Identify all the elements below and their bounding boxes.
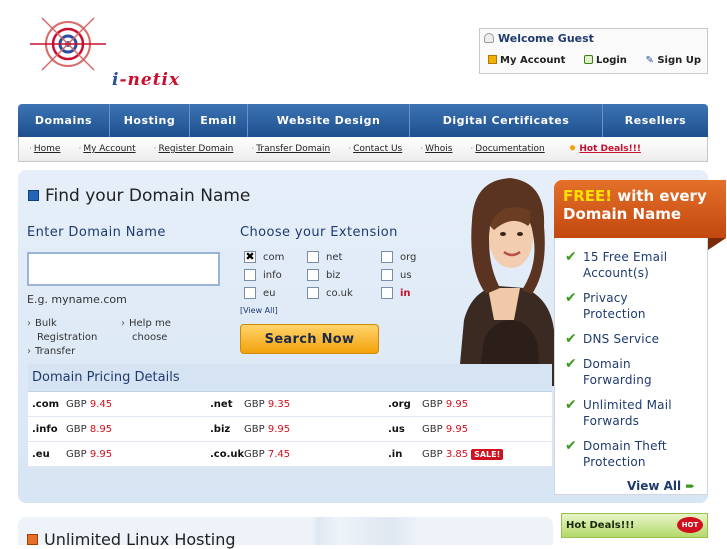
logo-wordmark: i-netix	[112, 70, 181, 90]
list-item: ✔ Domain Theft Protection	[565, 438, 667, 469]
checkbox[interactable]	[307, 269, 319, 281]
check-icon: ✔	[565, 331, 577, 347]
hot-badge-icon: HOT	[677, 517, 703, 533]
subnav-transfer-domain[interactable]: · Transfer Domain	[251, 144, 330, 154]
table-row: .info GBP 8.95 .biz GBP 9.95 .us GBP 9.95	[28, 417, 552, 442]
subnav-register-domain[interactable]: · Register Domain	[154, 144, 234, 154]
checkbox[interactable]	[307, 251, 319, 263]
arrow-icon: ›	[27, 346, 31, 357]
table-row: .eu GBP 9.95 .co.uk GBP 7.45 .in GBP 3.85 SA…	[28, 442, 552, 467]
list-item: ✔ Unlimited Mail Forwards	[565, 397, 672, 428]
check-icon: ✔	[565, 290, 577, 306]
nav-resellers[interactable]: Resellers	[603, 104, 708, 137]
bullet-icon	[28, 190, 39, 201]
bulk-registration-link[interactable]: › Bulk Registration	[27, 317, 97, 345]
user-icon	[484, 33, 494, 43]
checkbox-checked[interactable]: ✖	[244, 251, 256, 263]
subnav-contact-us[interactable]: · Contact Us	[348, 144, 402, 154]
nav-email[interactable]: Email	[190, 104, 248, 137]
subnav-my-account[interactable]: · My Account	[78, 144, 135, 154]
view-all-extensions-link[interactable]: [View All]	[240, 306, 278, 315]
list-item: ✔ Privacy Protection	[565, 290, 646, 321]
checkbox[interactable]	[307, 287, 319, 299]
table-row: .com GBP 9.45 .net GBP 9.35 .org GBP 9.95	[28, 392, 552, 417]
checkbox[interactable]	[244, 287, 256, 299]
subnav-documentation[interactable]: · Documentation	[470, 144, 544, 154]
model-photo	[458, 178, 558, 386]
choose-extension-label: Choose your Extension	[240, 225, 398, 240]
example-hint: E.g. myname.com	[27, 293, 127, 306]
arrow-icon: ›	[27, 318, 31, 329]
bullet-icon	[27, 534, 38, 545]
pencil-icon: ✎	[645, 55, 654, 66]
welcome-box: Welcome Guest My Account Login ✎ Sign Up	[479, 28, 708, 74]
check-icon: ✔	[565, 249, 577, 265]
pricing-title: Domain Pricing Details	[28, 364, 552, 392]
search-now-button[interactable]: Search Now	[240, 324, 379, 354]
account-icon	[488, 55, 497, 64]
lock-icon	[583, 55, 593, 64]
free-offer-list: ✔ 15 Free Email Account(s) ✔ Privacy Protect…	[554, 238, 708, 495]
enter-domain-label: Enter Domain Name	[27, 225, 166, 240]
list-item: ✔ Domain Forwarding	[565, 356, 652, 387]
site-logo[interactable]: i-netix	[20, 14, 190, 90]
list-item: ✔ DNS Service	[565, 331, 660, 347]
domain-search-input[interactable]	[27, 252, 220, 286]
check-icon: ✔	[565, 356, 577, 372]
checkbox[interactable]	[381, 269, 393, 281]
signup-link[interactable]: ✎ Sign Up	[645, 55, 701, 66]
check-icon: ✔	[565, 397, 577, 413]
nav-website-design[interactable]: Website Design	[248, 104, 410, 137]
ext-eu[interactable]: eu	[244, 287, 276, 299]
subnav-whois[interactable]: · Whois	[420, 144, 452, 154]
subnav-hot-deals[interactable]: ✹ Hot Deals!!!	[569, 144, 641, 154]
ext-in[interactable]: in	[381, 287, 411, 299]
checkbox[interactable]	[381, 287, 393, 299]
nav-hosting[interactable]: Hosting	[110, 104, 190, 137]
arrow-right-icon: ➨	[685, 479, 696, 493]
welcome-title: Welcome Guest	[484, 32, 594, 45]
sale-badge: SALE!	[471, 448, 504, 460]
login-link[interactable]: Login	[583, 55, 627, 66]
logo-target-icon	[30, 17, 106, 71]
ext-net[interactable]: net	[307, 251, 342, 263]
nav-digital-certificates[interactable]: Digital Certificates	[410, 104, 603, 137]
hot-deals-box[interactable]: Hot Deals!!! HOT	[561, 513, 708, 538]
ext-info[interactable]: info	[244, 269, 282, 281]
help-me-choose-link[interactable]: › Help me choose	[121, 317, 171, 345]
checkbox[interactable]	[244, 269, 256, 281]
list-item: ✔ 15 Free Email Account(s)	[565, 249, 668, 280]
free-offer-header: FREE! with every Domain Name	[554, 180, 726, 238]
find-domain-heading: Find your Domain Name	[28, 186, 250, 206]
main-nav: Domains Hosting Email Website Design Dig…	[18, 104, 708, 137]
check-icon: ✔	[565, 438, 577, 454]
view-all-features-link[interactable]: View All ➨	[627, 479, 695, 493]
arrow-icon: ›	[121, 318, 125, 329]
ext-com[interactable]: ✖ com	[244, 251, 284, 263]
nav-domains[interactable]: Domains	[18, 104, 110, 137]
ext-org[interactable]: org	[381, 251, 416, 263]
hosting-heading: Unlimited Linux Hosting	[27, 530, 236, 549]
star-icon: ✹	[568, 144, 577, 154]
ext-co-uk[interactable]: co.uk	[307, 287, 353, 299]
my-account-link[interactable]: My Account	[488, 55, 565, 66]
transfer-link[interactable]: › Transfer	[27, 346, 75, 357]
checkbox[interactable]	[381, 251, 393, 263]
subnav-home[interactable]: · Home	[29, 144, 60, 154]
pricing-table: Domain Pricing Details .com GBP 9.45 .net…	[28, 364, 552, 467]
ribbon-fold	[708, 238, 726, 250]
ext-biz[interactable]: biz	[307, 269, 340, 281]
ext-us[interactable]: us	[381, 269, 412, 281]
sub-nav: · Home · My Account · Register Domain · Tran…	[18, 137, 708, 162]
